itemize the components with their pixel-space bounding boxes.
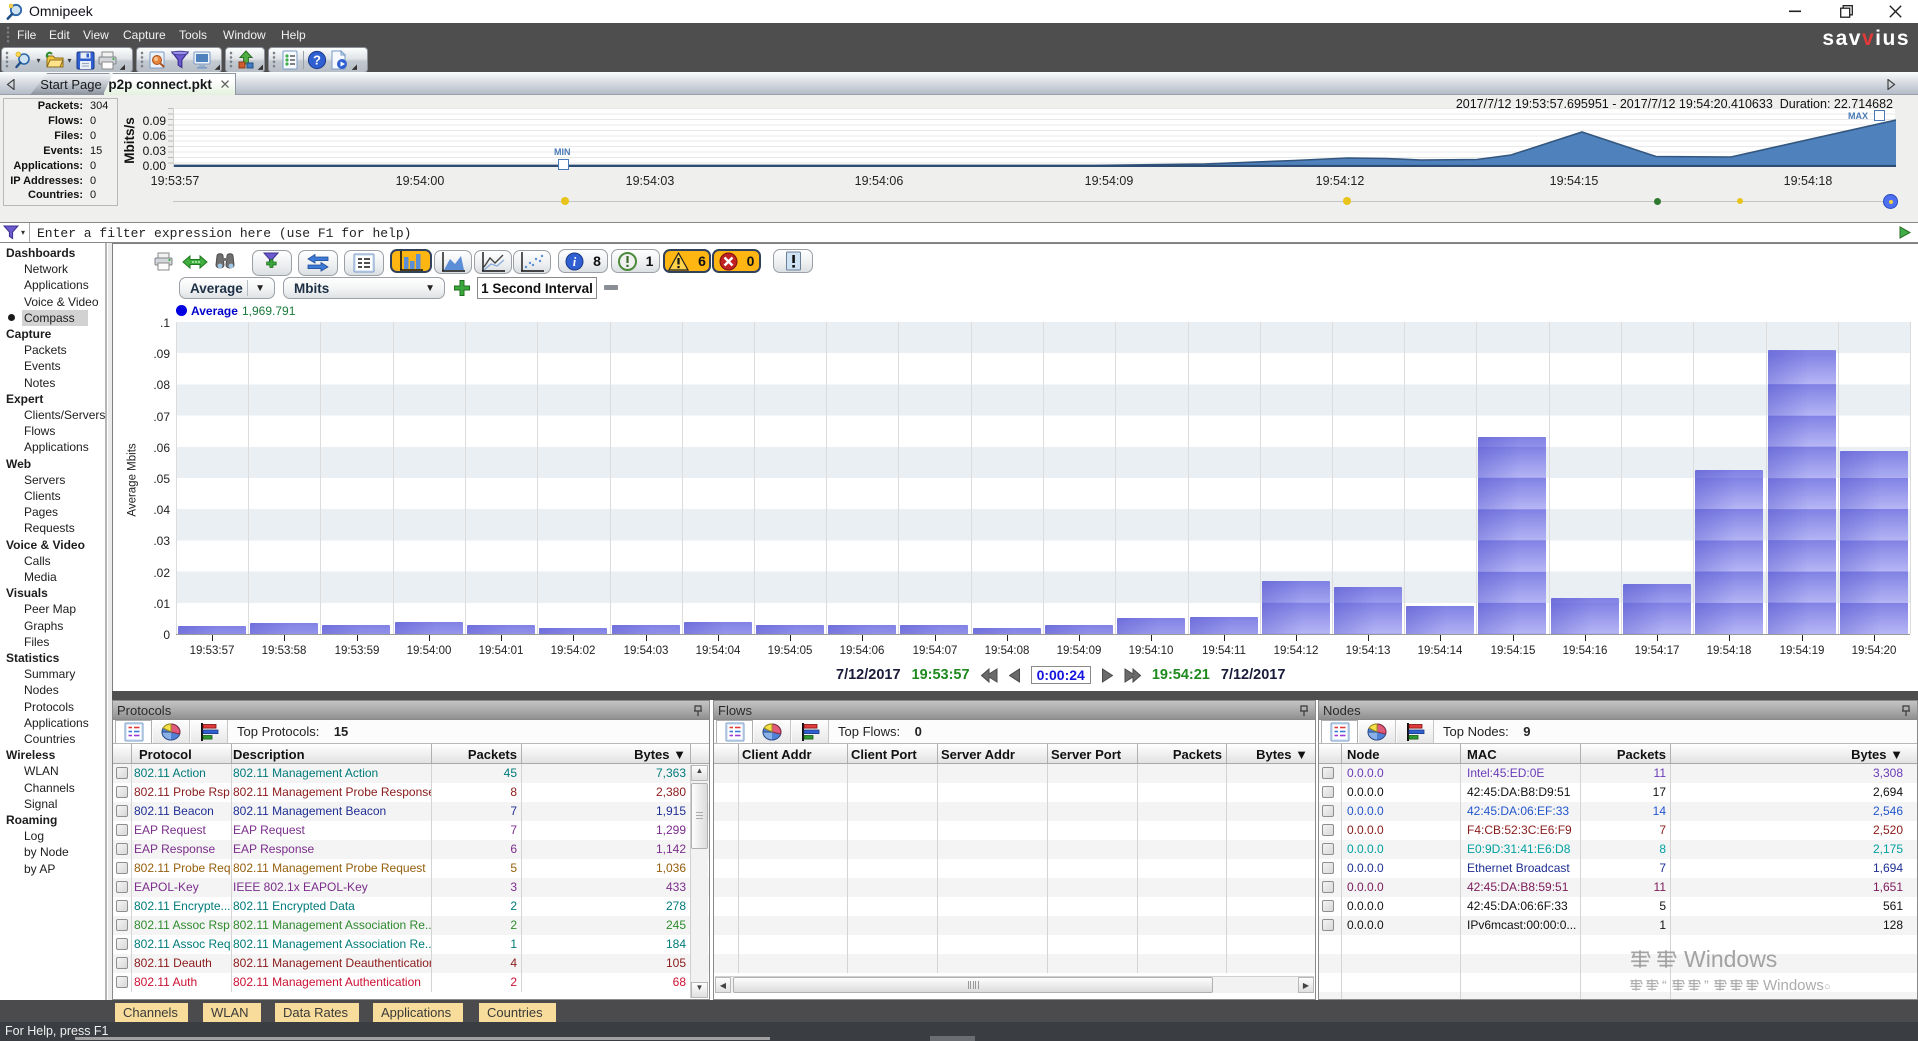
svg-text:?: ? <box>313 53 321 68</box>
svg-text:i: i <box>573 255 577 269</box>
